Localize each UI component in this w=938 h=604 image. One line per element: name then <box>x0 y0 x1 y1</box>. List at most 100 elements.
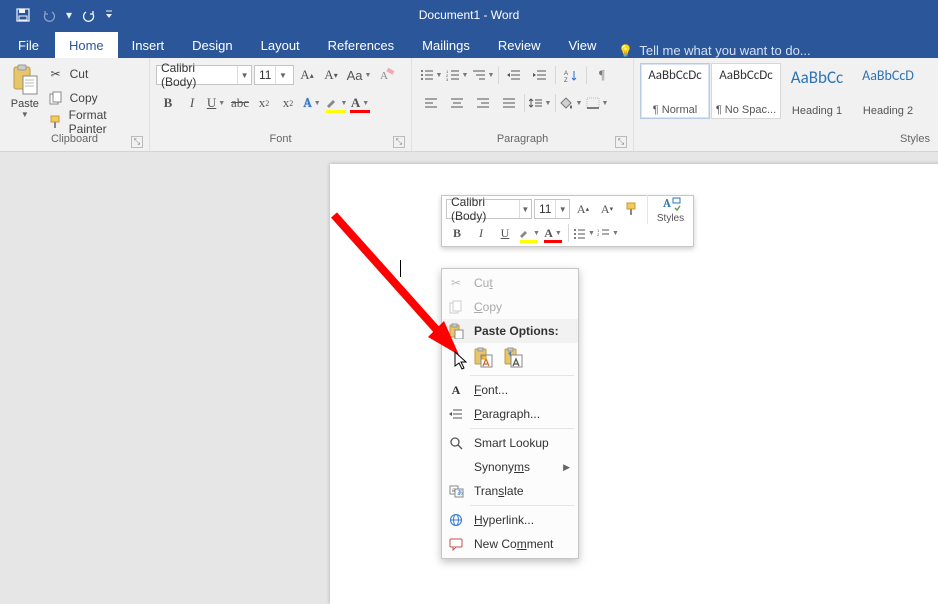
tab-file[interactable]: File <box>2 32 55 58</box>
font-dialog-launcher[interactable]: ⤡ <box>393 136 405 148</box>
chevron-down-icon[interactable]: ▼ <box>275 66 289 84</box>
mini-toolbar: Calibri (Body)▼ 11▼ A▴ A▾ A Styles B I U… <box>441 195 694 247</box>
tab-home[interactable]: Home <box>55 32 118 58</box>
mini-italic[interactable]: I <box>470 222 492 244</box>
copy-button[interactable]: Copy <box>48 88 143 108</box>
tab-review[interactable]: Review <box>484 32 555 58</box>
copy-icon <box>446 298 466 316</box>
mini-shrink-font[interactable]: A▾ <box>596 198 618 220</box>
chevron-down-icon[interactable]: ▼ <box>237 66 251 84</box>
ctx-cut[interactable]: ✂ Cut <box>442 271 578 295</box>
tell-me-placeholder: Tell me what you want to do... <box>639 43 810 58</box>
group-clipboard: Paste ▼ ✂ Cut Copy Form <box>0 58 150 151</box>
svg-text:A: A <box>564 71 568 77</box>
justify-button[interactable] <box>496 92 522 114</box>
paintbrush-icon <box>48 114 63 130</box>
mini-highlight[interactable]: ▼ <box>518 222 540 244</box>
mini-font-name[interactable]: Calibri (Body)▼ <box>446 199 532 219</box>
subscript-button[interactable]: x2 <box>252 92 276 114</box>
tab-design[interactable]: Design <box>178 32 246 58</box>
paste-keep-source-formatting[interactable] <box>470 345 496 371</box>
mini-underline[interactable]: U <box>494 222 516 244</box>
mini-bullets[interactable]: ▼ <box>573 222 595 244</box>
ribbon: Paste ▼ ✂ Cut Copy Form <box>0 58 938 152</box>
ctx-translate[interactable]: aあ Translate <box>442 479 578 503</box>
increase-indent-button[interactable] <box>527 64 553 86</box>
clear-formatting-button[interactable]: A <box>376 64 398 86</box>
ribbon-tabs: File Home Insert Design Layout Reference… <box>0 30 938 58</box>
paste-keep-text-only[interactable] <box>500 345 526 371</box>
group-label-paragraph: Paragraph ⤡ <box>418 133 627 149</box>
style-heading-1[interactable]: AaBbCc Heading 1 <box>782 63 852 119</box>
tab-layout[interactable]: Layout <box>247 32 314 58</box>
ctx-hyperlink[interactable]: Hyperlink... <box>442 508 578 532</box>
cut-button[interactable]: ✂ Cut <box>48 64 143 84</box>
font-size-combo[interactable]: 11 ▼ <box>254 65 294 85</box>
paragraph-dialog-launcher[interactable]: ⤡ <box>615 136 627 148</box>
superscript-button[interactable]: x2 <box>276 92 300 114</box>
clipboard-dialog-launcher[interactable]: ⤡ <box>131 136 143 148</box>
tab-view[interactable]: View <box>554 32 610 58</box>
borders-button[interactable]: ▼ <box>584 92 610 114</box>
paragraph-icon <box>446 405 466 423</box>
mini-font-color[interactable]: A▼ <box>542 222 564 244</box>
tell-me-search[interactable]: 💡 Tell me what you want to do... <box>618 43 810 58</box>
multilevel-list-button[interactable]: ▼ <box>470 64 496 86</box>
ctx-copy[interactable]: Copy <box>442 295 578 319</box>
italic-button[interactable]: I <box>180 92 204 114</box>
shading-button[interactable]: ▼ <box>558 92 584 114</box>
style-normal[interactable]: AaBbCcDc ¶ Normal <box>640 63 710 119</box>
group-paragraph: ▼ 123▼ ▼ AZ ¶ <box>412 58 634 151</box>
save-button[interactable] <box>10 2 36 28</box>
sort-button[interactable]: AZ <box>558 64 584 86</box>
align-right-button[interactable] <box>470 92 496 114</box>
undo-button[interactable] <box>36 2 62 28</box>
format-painter-button[interactable]: Format Painter <box>48 112 143 132</box>
bullets-button[interactable]: ▼ <box>418 64 444 86</box>
svg-text:Z: Z <box>564 78 568 82</box>
font-name-combo[interactable]: Calibri (Body) ▼ <box>156 65 252 85</box>
text-effects-button[interactable]: A▼ <box>300 92 324 114</box>
mini-font-size[interactable]: 11▼ <box>534 199 570 219</box>
search-icon <box>446 434 466 452</box>
grow-font-button[interactable]: A▴ <box>296 64 318 86</box>
change-case-button[interactable]: Aa▼ <box>344 64 374 86</box>
scissors-icon: ✂ <box>48 66 64 82</box>
ctx-font[interactable]: A Font... <box>442 378 578 402</box>
tab-insert[interactable]: Insert <box>118 32 179 58</box>
copy-icon <box>48 90 64 106</box>
mini-grow-font[interactable]: A▴ <box>572 198 594 220</box>
align-left-button[interactable] <box>418 92 444 114</box>
mini-styles-button[interactable]: A Styles <box>647 195 689 224</box>
title-bar: ▾ Document1 - Word <box>0 0 938 30</box>
underline-button[interactable]: U▼ <box>204 92 228 114</box>
shrink-font-button[interactable]: A▾ <box>320 64 342 86</box>
tab-references[interactable]: References <box>314 32 408 58</box>
redo-button[interactable] <box>76 2 102 28</box>
mini-format-painter[interactable] <box>620 198 642 220</box>
qat-customize[interactable] <box>102 10 116 20</box>
ctx-synonyms[interactable]: Synonyms ▶ <box>442 455 578 479</box>
paste-dropdown[interactable]: ▼ <box>6 110 44 119</box>
paste-button[interactable]: Paste ▼ <box>6 62 44 119</box>
ctx-smart-lookup[interactable]: Smart Lookup <box>442 431 578 455</box>
ctx-paragraph[interactable]: Paragraph... <box>442 402 578 426</box>
show-paragraph-marks-button[interactable]: ¶ <box>589 64 615 86</box>
tab-mailings[interactable]: Mailings <box>408 32 484 58</box>
mini-numbering[interactable]: 12▼ <box>597 222 619 244</box>
style-heading-2[interactable]: AaBbCcD Heading 2 <box>853 63 923 119</box>
group-label-clipboard: Clipboard ⤡ <box>6 133 143 149</box>
undo-dropdown[interactable]: ▾ <box>62 8 76 22</box>
font-color-button[interactable]: A ▼ <box>348 92 372 114</box>
line-spacing-button[interactable]: ▼ <box>527 92 553 114</box>
highlight-button[interactable]: ▼ <box>324 92 348 114</box>
styles-gallery[interactable]: AaBbCcDc ¶ Normal AaBbCcDc ¶ No Spac... … <box>640 63 923 119</box>
decrease-indent-button[interactable] <box>501 64 527 86</box>
ctx-new-comment[interactable]: New Comment <box>442 532 578 556</box>
bold-button[interactable]: B <box>156 92 180 114</box>
mini-bold[interactable]: B <box>446 222 468 244</box>
style-no-spacing[interactable]: AaBbCcDc ¶ No Spac... <box>711 63 781 119</box>
align-center-button[interactable] <box>444 92 470 114</box>
numbering-button[interactable]: 123▼ <box>444 64 470 86</box>
strikethrough-button[interactable]: abc <box>228 92 252 114</box>
